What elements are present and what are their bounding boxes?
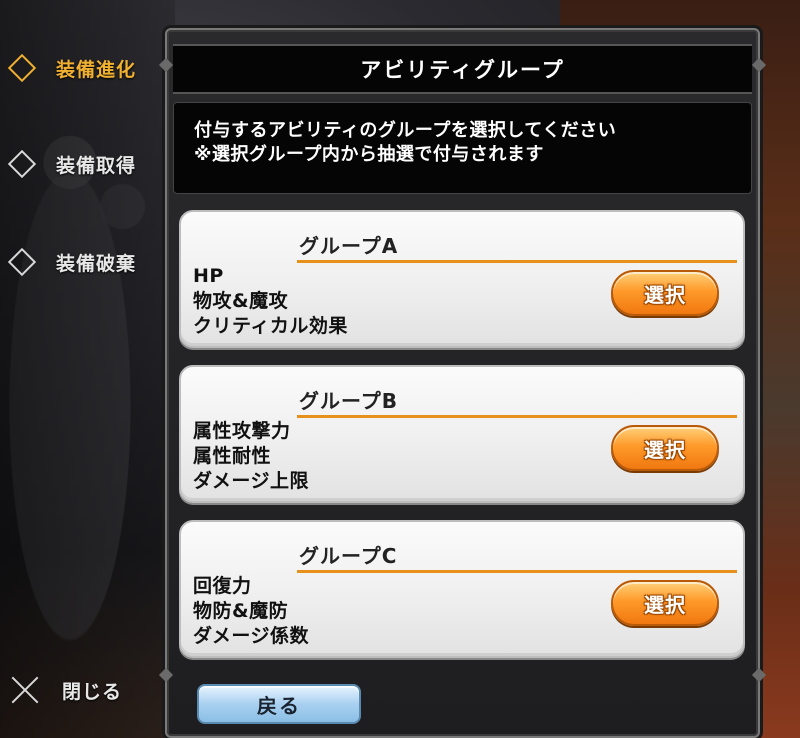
group-title: グループC	[299, 544, 398, 568]
ability-item: ダメージ係数	[193, 625, 310, 647]
close-icon	[10, 675, 40, 705]
sidebar-item-label: 装備取得	[56, 154, 137, 177]
sidebar: 装備進化 装備取得 装備破棄 閉じる	[0, 0, 175, 738]
group-title-underline	[297, 570, 737, 573]
ability-item: 物防&魔防	[193, 600, 289, 622]
group-card-a: グループA HP 物攻&魔攻 クリティカル効果 選択	[179, 210, 745, 348]
dialog-description: 付与するアビリティのグループを選択してください ※選択グループ内から抽選で付与さ…	[173, 102, 752, 194]
sidebar-item-label: 装備進化	[56, 58, 137, 81]
diamond-icon	[7, 149, 37, 179]
select-group-b-button[interactable]: 選択	[611, 425, 719, 471]
group-card-b: グループB 属性攻撃力 属性耐性 ダメージ上限 選択	[179, 365, 745, 503]
group-title: グループB	[299, 389, 399, 413]
select-group-c-button[interactable]: 選択	[611, 580, 719, 626]
description-line: 付与するアビリティのグループを選択してください	[194, 120, 617, 141]
group-title-underline	[297, 415, 737, 418]
ability-item: クリティカル効果	[193, 315, 348, 337]
sidebar-item-evolve[interactable]: 装備進化	[6, 48, 136, 88]
select-button-label: 選択	[644, 282, 686, 307]
select-group-a-button[interactable]: 選択	[611, 270, 719, 316]
group-title-underline	[297, 260, 737, 263]
group-ability-list: 回復力 物防&魔防 ダメージ係数	[193, 574, 309, 649]
back-button-label: 戻る	[257, 693, 301, 718]
ability-item: 回復力	[193, 575, 252, 597]
ability-item: 属性耐性	[193, 445, 272, 467]
close-button[interactable]: 閉じる	[6, 670, 122, 710]
diamond-icon	[7, 53, 37, 83]
ability-item: 属性攻撃力	[193, 420, 291, 442]
ability-group-dialog: アビリティグループ 付与するアビリティのグループを選択してください ※選択グルー…	[158, 28, 767, 738]
select-button-label: 選択	[644, 437, 686, 462]
group-ability-list: 属性攻撃力 属性耐性 ダメージ上限	[193, 419, 309, 494]
ability-item: 物攻&魔攻	[193, 290, 289, 312]
description-line: ※選択グループ内から抽選で付与されます	[194, 144, 544, 165]
close-label: 閉じる	[62, 680, 123, 703]
dialog-title-bar: アビリティグループ	[173, 44, 752, 94]
group-card-c: グループC 回復力 物防&魔防 ダメージ係数 選択	[179, 520, 745, 658]
ability-item: HP	[193, 265, 224, 287]
dialog-title: アビリティグループ	[360, 58, 565, 82]
sidebar-item-label: 装備破棄	[56, 252, 137, 275]
sidebar-item-discard[interactable]: 装備破棄	[6, 242, 136, 282]
diamond-icon	[7, 247, 37, 277]
ability-item: ダメージ上限	[193, 470, 310, 492]
select-button-label: 選択	[644, 592, 686, 617]
group-ability-list: HP 物攻&魔攻 クリティカル効果	[193, 264, 348, 339]
back-button[interactable]: 戻る	[197, 684, 361, 724]
sidebar-item-acquire[interactable]: 装備取得	[6, 144, 136, 184]
group-title: グループA	[299, 234, 399, 258]
